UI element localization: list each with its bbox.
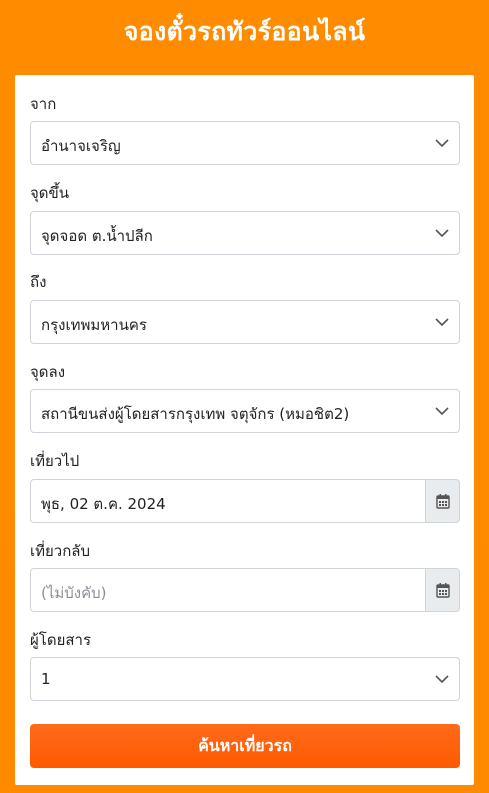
- to-value: กรุงเทพมหานคร: [41, 316, 147, 334]
- to-select[interactable]: กรุงเทพมหานคร: [30, 300, 460, 344]
- from-value: อำนาจเจริญ: [41, 137, 121, 155]
- return-date-input[interactable]: (ไม่บังคับ): [30, 568, 426, 612]
- dropoff-label: จุดลง: [30, 363, 66, 381]
- calendar-icon: [436, 494, 450, 509]
- chevron-down-icon: [435, 407, 449, 416]
- dropoff-select[interactable]: สถานีขนส่งผู้โดยสารกรุงเทพ จตุจักร (หมอช…: [30, 389, 460, 433]
- depart-date-value: พุธ, 02 ต.ค. 2024: [41, 495, 166, 513]
- passengers-label: ผู้โดยสาร: [30, 631, 92, 649]
- return-calendar-button[interactable]: [425, 568, 460, 612]
- to-label: ถึง: [30, 273, 47, 291]
- chevron-down-icon: [435, 675, 449, 684]
- return-date-placeholder: (ไม่บังคับ): [41, 584, 107, 602]
- from-select[interactable]: อำนาจเจริญ: [30, 121, 460, 165]
- chevron-down-icon: [435, 139, 449, 148]
- depart-calendar-button[interactable]: [425, 479, 460, 523]
- search-button[interactable]: ค้นหาเที่ยวรถ: [30, 724, 460, 768]
- page-title: จองตั๋วรถทัวร์ออนไลน์: [123, 17, 366, 46]
- chevron-down-icon: [435, 318, 449, 327]
- depart-label: เที่ยวไป: [30, 452, 80, 470]
- from-label: จาก: [30, 95, 57, 113]
- dropoff-value: สถานีขนส่งผู้โดยสารกรุงเทพ จตุจักร (หมอช…: [41, 405, 350, 423]
- pickup-select[interactable]: จุดจอด ต.น้ำปลีก: [30, 211, 460, 255]
- return-label: เที่ยวกลับ: [30, 542, 91, 560]
- calendar-icon: [436, 583, 450, 598]
- passengers-value: 1: [41, 670, 51, 688]
- chevron-down-icon: [435, 229, 449, 238]
- passengers-select[interactable]: 1: [30, 657, 460, 701]
- pickup-value: จุดจอด ต.น้ำปลีก: [41, 227, 153, 245]
- depart-date-input[interactable]: พุธ, 02 ต.ค. 2024: [30, 479, 426, 523]
- pickup-label: จุดขึ้น: [30, 184, 70, 202]
